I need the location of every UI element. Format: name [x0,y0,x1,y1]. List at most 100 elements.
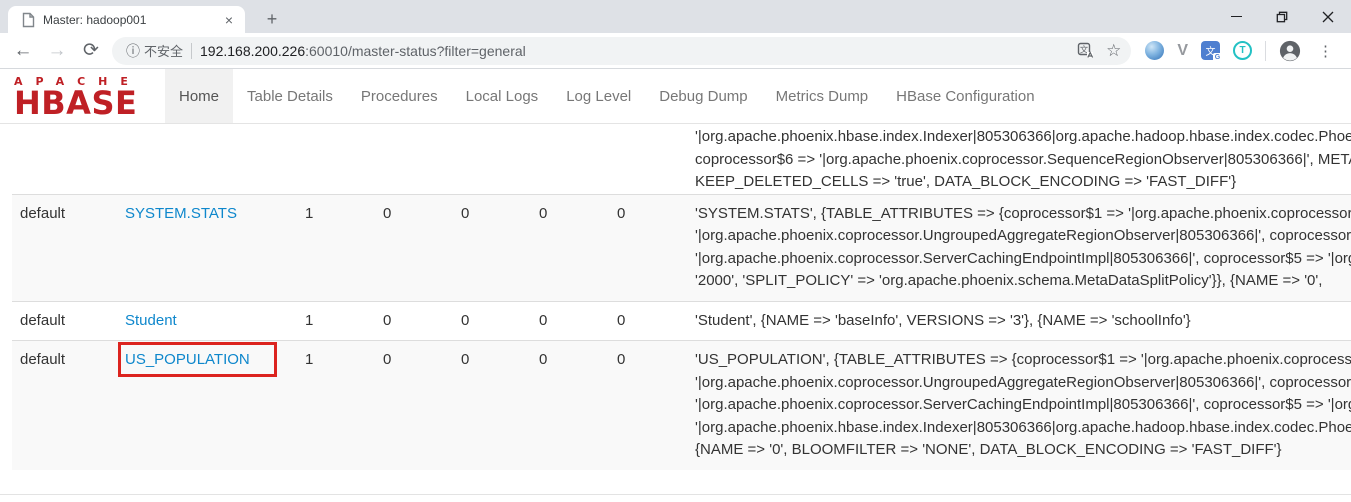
nav-item-hbase-configuration[interactable]: HBase Configuration [882,69,1048,123]
extension-translate-corner: G [1213,53,1222,62]
table-row: defaultStudent10000'Student', {NAME => '… [12,301,1351,341]
window-minimize-button[interactable] [1213,0,1259,33]
extension-v-icon[interactable]: V [1177,42,1188,60]
region-count-cell: 0 [531,301,609,341]
table-body: '|org.apache.phoenix.hbase.index.Indexer… [12,124,1351,470]
nav-item-debug-dump[interactable]: Debug Dump [645,69,761,123]
hbase-nav: Home Table Details Procedures Local Logs… [165,69,1351,123]
region-count-cell: 0 [453,194,531,301]
table-name-cell: SYSTEM.STATS [117,194,297,301]
toolbar-separator [1265,41,1266,61]
nav-item-procedures[interactable]: Procedures [347,69,452,123]
table-name-link[interactable]: US_POPULATION [125,351,250,368]
region-count-cell: 0 [453,341,531,470]
extension-teal-glyph: T [1239,45,1245,56]
region-count-cell: 1 [297,301,375,341]
profile-avatar[interactable] [1279,40,1301,62]
table-row: defaultUS_POPULATION10000'US_POPULATION'… [12,341,1351,470]
namespace-cell: default [12,194,117,301]
region-count-cell: 0 [531,194,609,301]
extension-google-translate-icon[interactable]: 文 G [1201,41,1220,60]
page-favicon-icon [22,12,35,28]
table-row: '|org.apache.phoenix.hbase.index.Indexer… [12,124,1351,194]
description-line: '|org.apache.phoenix.coprocessor.ServerC… [695,394,1343,417]
back-icon: ← [14,40,33,62]
forward-button[interactable]: → [40,36,74,66]
region-count-cell [375,124,453,194]
nav-item-table-details[interactable]: Table Details [233,69,347,123]
security-label: 不安全 [144,41,183,60]
description-cell: 'US_POPULATION', {TABLE_ATTRIBUTES => {c… [687,341,1351,470]
page-content: '|org.apache.phoenix.hbase.index.Indexer… [0,124,1351,502]
minimize-icon [1231,16,1242,17]
description-line: 'Student', {NAME => 'baseInfo', VERSIONS… [695,310,1343,333]
table-name-link[interactable]: Student [125,312,177,329]
description-cell: '|org.apache.phoenix.hbase.index.Indexer… [687,124,1351,194]
description-cell: 'Student', {NAME => 'baseInfo', VERSIONS… [687,301,1351,341]
window-close-icon [1322,11,1334,23]
description-line: '|org.apache.phoenix.hbase.index.Indexer… [695,126,1343,149]
table-row: defaultSYSTEM.STATS10000'SYSTEM.STATS', … [12,194,1351,301]
browser-tab-bar: Master: hadoop001 × + [0,0,1351,33]
window-close-button[interactable] [1305,0,1351,33]
restore-icon [1276,11,1288,23]
region-count-cell [453,124,531,194]
table-name-cell [117,124,297,194]
address-bar[interactable]: ⓘ 不安全 192.168.200.226:60010/master-statu… [112,37,1131,65]
table-name-link[interactable]: SYSTEM.STATS [125,205,237,222]
new-tab-button[interactable]: + [258,5,286,33]
region-count-cell: 0 [375,301,453,341]
nav-item-log-level[interactable]: Log Level [552,69,645,123]
region-count-cell [609,124,687,194]
region-count-cell [531,124,609,194]
url-path: :60010/master-status?filter=general [305,43,526,59]
nav-item-local-logs[interactable]: Local Logs [452,69,553,123]
region-count-cell: 0 [375,194,453,301]
url-host: 192.168.200.226 [200,43,305,59]
window-restore-button[interactable] [1259,0,1305,33]
description-line: 'US_POPULATION', {TABLE_ATTRIBUTES => {c… [695,349,1343,372]
description-line: {NAME => '0', BLOOMFILTER => 'NONE', DAT… [695,439,1343,462]
description-line: '|org.apache.phoenix.coprocessor.Ungroup… [695,225,1343,248]
table-name-cell: US_POPULATION [117,341,297,470]
description-line: KEEP_DELETED_CELLS => 'true', DATA_BLOCK… [695,171,1343,194]
namespace-cell [12,124,117,194]
address-divider [191,43,192,59]
description-line: coprocessor$6 => '|org.apache.phoenix.co… [695,149,1343,172]
url-text: 192.168.200.226:60010/master-status?filt… [200,43,526,59]
back-button[interactable]: ← [6,36,40,66]
region-count-cell: 0 [609,301,687,341]
region-count-cell [297,124,375,194]
region-count-cell: 0 [375,341,453,470]
description-line: 'SYSTEM.STATS', {TABLE_ATTRIBUTES => {co… [695,203,1343,226]
extensions-row: V 文 G T ⋮ [1139,40,1345,62]
browser-menu-icon[interactable]: ⋮ [1314,42,1337,60]
region-count-cell: 1 [297,194,375,301]
region-count-cell: 1 [297,341,375,470]
description-line: '2000', 'SPLIT_POLICY' => 'org.apache.ph… [695,270,1343,293]
user-tables-table: '|org.apache.phoenix.hbase.index.Indexer… [12,124,1351,470]
description-line: '|org.apache.phoenix.hbase.index.Indexer… [695,417,1343,440]
translate-glyph-icon: 文 [1077,42,1094,59]
nav-item-home[interactable]: Home [165,69,233,123]
extension-teal-icon[interactable]: T [1233,41,1252,60]
tab-title: Master: hadoop001 [43,13,221,27]
extension-blue-sphere-icon[interactable] [1145,41,1164,60]
page-info-icon[interactable]: ⓘ [126,41,140,61]
namespace-cell: default [12,341,117,470]
bookmark-star-icon[interactable]: ☆ [1106,41,1121,61]
description-cell: 'SYSTEM.STATS', {TABLE_ATTRIBUTES => {co… [687,194,1351,301]
hbase-logo: APACHE HBASE [14,75,162,118]
tab-close-icon[interactable]: × [221,12,237,28]
description-line: '|org.apache.phoenix.coprocessor.Ungroup… [695,372,1343,395]
browser-tab[interactable]: Master: hadoop001 × [8,6,245,33]
region-count-cell: 0 [453,301,531,341]
nav-item-metrics-dump[interactable]: Metrics Dump [762,69,883,123]
translate-page-icon[interactable]: 文 [1077,42,1094,59]
namespace-cell: default [12,301,117,341]
region-count-cell: 0 [531,341,609,470]
reload-button[interactable]: ⟳ [74,36,108,66]
reload-icon: ⟳ [83,39,99,62]
region-count-cell: 0 [609,341,687,470]
description-line: '|org.apache.phoenix.coprocessor.ServerC… [695,248,1343,271]
